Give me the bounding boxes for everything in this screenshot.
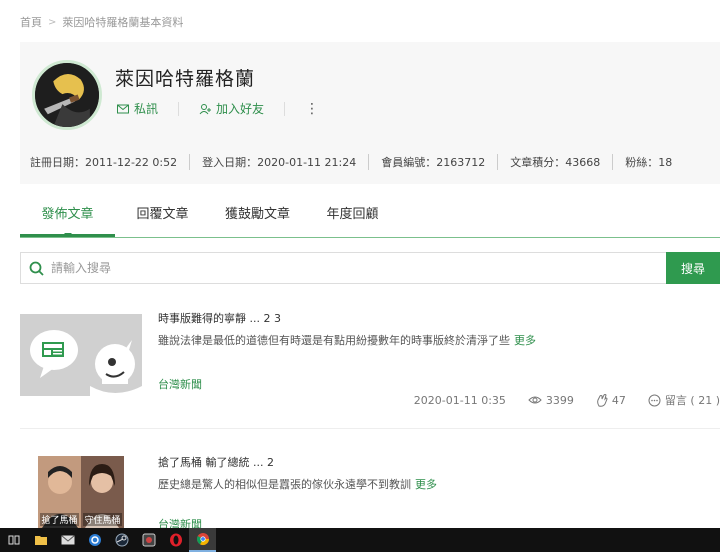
thumbnail-caption-right: 守住馬桶 — [83, 513, 122, 526]
steam-icon[interactable] — [108, 528, 135, 552]
list-item: 搶了馬桶 守住馬桶 搶了馬桶 輸了總統 ... 2 歷史總是驚人的相似但是囂張的… — [20, 448, 720, 528]
thumbnail-right-photo: 守住馬桶 — [81, 456, 124, 528]
message-button[interactable]: 私訊 — [117, 100, 158, 117]
comments-count: 留言 ( 21 ) — [664, 394, 720, 407]
add-user-icon — [199, 103, 212, 114]
breadcrumb-home-link[interactable]: 首頁 — [20, 14, 42, 30]
list-item: 時事版難得的寧靜 ... 2 3 雖說法律是最低的道德但有時還是有點用紛擾數年的… — [20, 304, 720, 429]
article-date: 2020-01-11 0:35 — [413, 393, 506, 407]
clap-icon — [597, 393, 608, 407]
profile-stats: 註冊日期：2011-12-22 0:52 登入日期：2020-01-11 21:… — [30, 154, 684, 170]
news-illustration-icon — [20, 314, 142, 396]
article-summary-text: 歷史總是驚人的相似但是囂張的傢伙永遠學不到教訓 — [158, 478, 411, 491]
add-friend-button[interactable]: 加入好友 — [199, 100, 264, 117]
article-comments[interactable]: 留言 ( 21 ) — [648, 392, 720, 408]
actions-divider — [178, 101, 180, 116]
avatar[interactable] — [32, 60, 102, 130]
likes-count: 47 — [611, 393, 626, 407]
article-thumbnail[interactable]: 搶了馬桶 守住馬桶 — [38, 456, 124, 528]
eye-icon — [528, 396, 542, 404]
add-friend-label: 加入好友 — [216, 102, 265, 116]
stat-register-date: 註冊日期：2011-12-22 0:52 — [30, 156, 178, 169]
tab-annual-review[interactable]: 年度回顧 — [305, 196, 400, 237]
mail-icon — [117, 104, 129, 113]
article-more-link[interactable]: 更多 — [415, 478, 437, 491]
article-category[interactable]: 台灣新聞 — [158, 376, 202, 392]
article-meta: 2020-01-11 0:35 3399 47 留言 (21) — [414, 392, 720, 408]
article-summary: 雖說法律是最低的道德但有時還是有點用紛擾數年的時事版終於清淨了些 更多 — [158, 332, 536, 348]
breadcrumb-current: 萊因哈特羅格蘭基本資料 — [62, 16, 184, 29]
thumbnail-left-photo: 搶了馬桶 — [38, 456, 81, 528]
stat-fans[interactable]: 粉絲：18 — [612, 154, 684, 170]
article-likes[interactable]: 47 — [596, 394, 626, 407]
media-icon[interactable] — [135, 528, 162, 552]
tab-published-articles[interactable]: 發佈文章 — [20, 196, 115, 237]
comment-icon — [648, 394, 661, 406]
opera-icon[interactable] — [162, 528, 189, 552]
avatar-image-icon — [35, 63, 99, 127]
tab-bar: 發佈文章 回覆文章 獲鼓勵文章 年度回顧 — [20, 196, 720, 238]
stat-article-points: 文章積分：43668 — [497, 154, 612, 170]
article-thumbnail[interactable] — [20, 314, 142, 396]
article-summary: 歷史總是驚人的相似但是囂張的傢伙永遠學不到教訓 更多 — [158, 476, 437, 492]
search-button[interactable]: 搜尋 — [666, 252, 720, 284]
tab-encouraged-articles[interactable]: 獲鼓勵文章 — [210, 196, 305, 237]
stat-login-date: 登入日期：2020-01-11 21:24 — [189, 154, 368, 170]
breadcrumb-separator: > — [48, 16, 57, 28]
article-views: 3399 — [528, 394, 574, 407]
stat-member-id: 會員編號：2163712 — [368, 154, 497, 170]
views-count: 3399 — [545, 393, 574, 407]
message-label: 私訊 — [134, 102, 159, 116]
search-input[interactable] — [51, 261, 666, 275]
actions-divider — [284, 101, 286, 116]
tab-replied-articles[interactable]: 回覆文章 — [115, 196, 210, 237]
article-summary-text: 雖說法律是最低的道德但有時還是有點用紛擾數年的時事版終於清淨了些 — [158, 334, 510, 347]
article-more-link[interactable]: 更多 — [514, 334, 536, 347]
search-bar: 搜尋 — [20, 252, 720, 284]
profile-name: 萊因哈特羅格蘭 — [115, 68, 256, 90]
breadcrumb: 首頁 > 萊因哈特羅格蘭基本資料 — [20, 14, 183, 30]
profile-card: 萊因哈特羅格蘭 私訊 加入好友 ⋮ 註冊日期：2011-12-22 0:52 登… — [20, 42, 720, 184]
chrome-icon[interactable] — [189, 528, 216, 552]
article-title[interactable]: 搶了馬桶 輸了總統 ... 2 — [158, 454, 274, 470]
page: 首頁 > 萊因哈特羅格蘭基本資料 萊因哈特羅格蘭 私訊 加入好友 ⋮ 註冊日期：… — [0, 0, 720, 528]
browser-blue-icon[interactable] — [81, 528, 108, 552]
profile-actions: 私訊 加入好友 ⋮ — [117, 100, 319, 117]
article-title[interactable]: 時事版難得的寧靜 ... 2 3 — [158, 310, 281, 326]
file-explorer-icon[interactable] — [27, 528, 54, 552]
thumbnail-caption-left: 搶了馬桶 — [40, 513, 79, 526]
more-options-icon[interactable]: ⋮ — [305, 101, 319, 117]
task-view-icon[interactable] — [0, 528, 27, 552]
windows-taskbar — [0, 528, 720, 552]
mail-icon[interactable] — [54, 528, 81, 552]
search-icon — [21, 261, 51, 276]
article-category[interactable]: 台灣新聞 — [158, 516, 202, 528]
